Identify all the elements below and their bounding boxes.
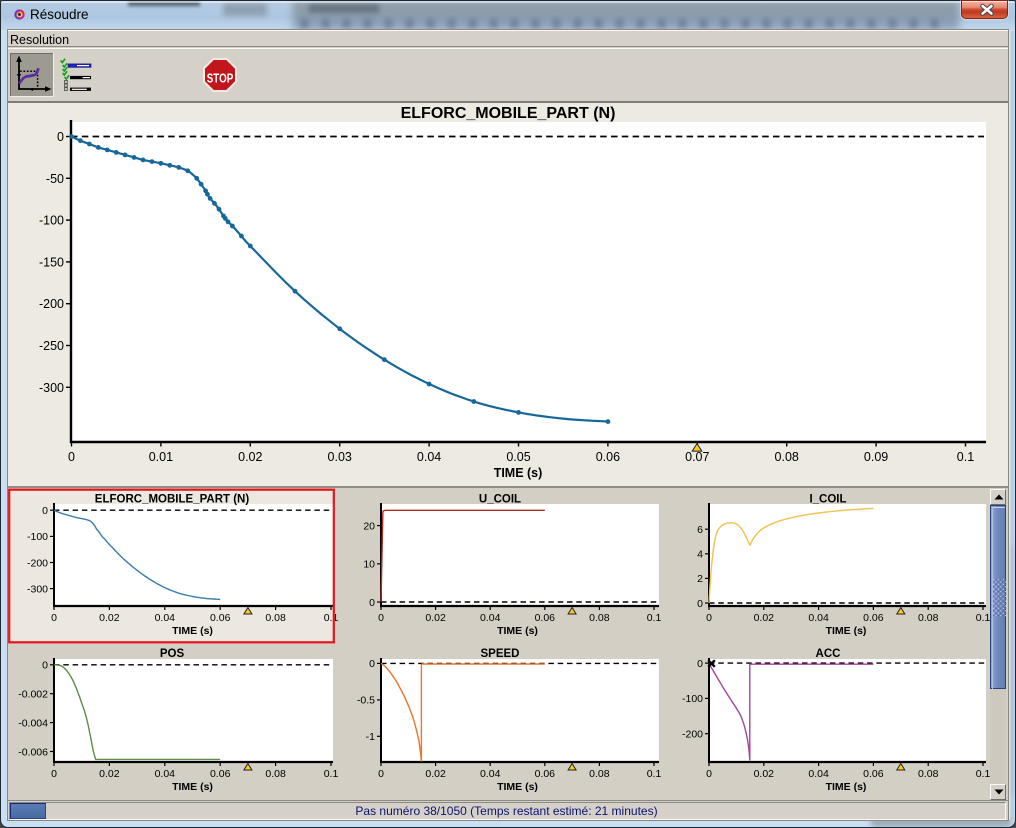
- svg-text:STOP: STOP: [207, 71, 234, 86]
